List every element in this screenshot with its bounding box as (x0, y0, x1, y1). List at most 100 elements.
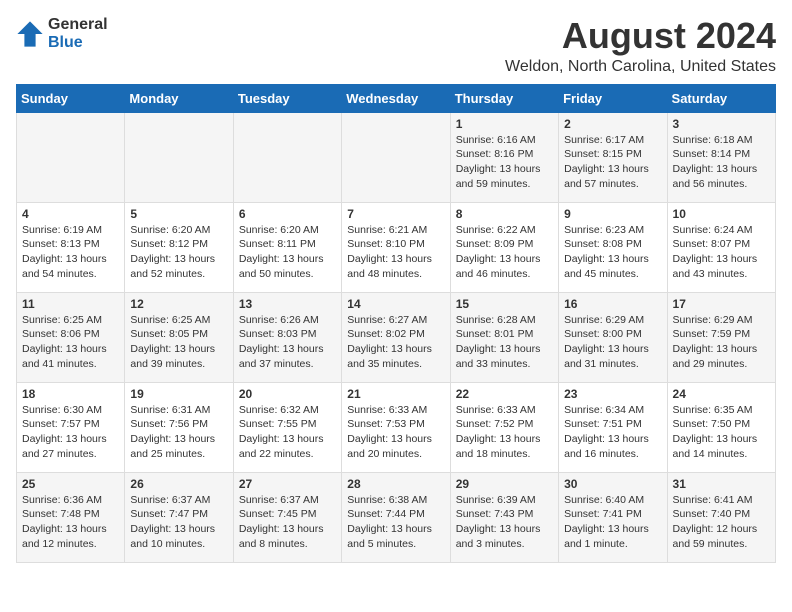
daylight-text: Daylight: 12 hours and 59 minutes. (673, 522, 770, 551)
calendar-table: SundayMondayTuesdayWednesdayThursdayFrid… (16, 84, 776, 563)
logo: General Blue (16, 16, 108, 51)
calendar-cell: 27Sunrise: 6:37 AMSunset: 7:45 PMDayligh… (233, 472, 341, 562)
sunrise-text: Sunrise: 6:33 AM (347, 403, 444, 418)
calendar-cell: 6Sunrise: 6:20 AMSunset: 8:11 PMDaylight… (233, 202, 341, 292)
sunrise-text: Sunrise: 6:23 AM (564, 223, 661, 238)
daylight-text: Daylight: 13 hours and 43 minutes. (673, 252, 770, 281)
daylight-text: Daylight: 13 hours and 27 minutes. (22, 432, 119, 461)
sunrise-text: Sunrise: 6:31 AM (130, 403, 227, 418)
daylight-text: Daylight: 13 hours and 8 minutes. (239, 522, 336, 551)
sunrise-text: Sunrise: 6:40 AM (564, 493, 661, 508)
daylight-text: Daylight: 13 hours and 5 minutes. (347, 522, 444, 551)
logo-blue: Blue (48, 34, 108, 52)
calendar-cell: 21Sunrise: 6:33 AMSunset: 7:53 PMDayligh… (342, 382, 450, 472)
day-number: 7 (347, 207, 444, 221)
sunset-text: Sunset: 7:52 PM (456, 417, 553, 432)
daylight-text: Daylight: 13 hours and 3 minutes. (456, 522, 553, 551)
sunrise-text: Sunrise: 6:41 AM (673, 493, 770, 508)
calendar-cell: 29Sunrise: 6:39 AMSunset: 7:43 PMDayligh… (450, 472, 558, 562)
daylight-text: Daylight: 13 hours and 31 minutes. (564, 342, 661, 371)
day-number: 10 (673, 207, 770, 221)
sunset-text: Sunset: 8:10 PM (347, 237, 444, 252)
sunset-text: Sunset: 8:00 PM (564, 327, 661, 342)
sunset-text: Sunset: 8:05 PM (130, 327, 227, 342)
sunrise-text: Sunrise: 6:29 AM (564, 313, 661, 328)
daylight-text: Daylight: 13 hours and 48 minutes. (347, 252, 444, 281)
sunset-text: Sunset: 8:09 PM (456, 237, 553, 252)
sunset-text: Sunset: 7:50 PM (673, 417, 770, 432)
sunrise-text: Sunrise: 6:20 AM (130, 223, 227, 238)
day-number: 25 (22, 477, 119, 491)
daylight-text: Daylight: 13 hours and 46 minutes. (456, 252, 553, 281)
calendar-cell: 14Sunrise: 6:27 AMSunset: 8:02 PMDayligh… (342, 292, 450, 382)
day-number: 11 (22, 297, 119, 311)
calendar-cell: 25Sunrise: 6:36 AMSunset: 7:48 PMDayligh… (17, 472, 125, 562)
day-number: 5 (130, 207, 227, 221)
day-number: 6 (239, 207, 336, 221)
calendar-cell: 2Sunrise: 6:17 AMSunset: 8:15 PMDaylight… (559, 112, 667, 202)
sunrise-text: Sunrise: 6:37 AM (239, 493, 336, 508)
sunrise-text: Sunrise: 6:26 AM (239, 313, 336, 328)
daylight-text: Daylight: 13 hours and 50 minutes. (239, 252, 336, 281)
sunset-text: Sunset: 7:45 PM (239, 507, 336, 522)
calendar-cell: 20Sunrise: 6:32 AMSunset: 7:55 PMDayligh… (233, 382, 341, 472)
day-number: 3 (673, 117, 770, 131)
daylight-text: Daylight: 13 hours and 56 minutes. (673, 162, 770, 191)
sunrise-text: Sunrise: 6:22 AM (456, 223, 553, 238)
calendar-cell (233, 112, 341, 202)
sunset-text: Sunset: 7:56 PM (130, 417, 227, 432)
sunset-text: Sunset: 8:13 PM (22, 237, 119, 252)
day-number: 1 (456, 117, 553, 131)
sunrise-text: Sunrise: 6:30 AM (22, 403, 119, 418)
sunrise-text: Sunrise: 6:37 AM (130, 493, 227, 508)
daylight-text: Daylight: 13 hours and 16 minutes. (564, 432, 661, 461)
sunrise-text: Sunrise: 6:19 AM (22, 223, 119, 238)
sunset-text: Sunset: 7:41 PM (564, 507, 661, 522)
sunset-text: Sunset: 8:16 PM (456, 147, 553, 162)
header-day-sunday: Sunday (17, 84, 125, 112)
sunset-text: Sunset: 7:40 PM (673, 507, 770, 522)
calendar-cell: 10Sunrise: 6:24 AMSunset: 8:07 PMDayligh… (667, 202, 775, 292)
sunset-text: Sunset: 8:06 PM (22, 327, 119, 342)
sunset-text: Sunset: 7:47 PM (130, 507, 227, 522)
calendar-cell: 11Sunrise: 6:25 AMSunset: 8:06 PMDayligh… (17, 292, 125, 382)
calendar-cell: 30Sunrise: 6:40 AMSunset: 7:41 PMDayligh… (559, 472, 667, 562)
calendar-cell: 16Sunrise: 6:29 AMSunset: 8:00 PMDayligh… (559, 292, 667, 382)
day-number: 4 (22, 207, 119, 221)
calendar-cell: 8Sunrise: 6:22 AMSunset: 8:09 PMDaylight… (450, 202, 558, 292)
daylight-text: Daylight: 13 hours and 39 minutes. (130, 342, 227, 371)
daylight-text: Daylight: 13 hours and 59 minutes. (456, 162, 553, 191)
sunset-text: Sunset: 8:15 PM (564, 147, 661, 162)
daylight-text: Daylight: 13 hours and 33 minutes. (456, 342, 553, 371)
daylight-text: Daylight: 13 hours and 57 minutes. (564, 162, 661, 191)
header-day-saturday: Saturday (667, 84, 775, 112)
sunrise-text: Sunrise: 6:24 AM (673, 223, 770, 238)
sunrise-text: Sunrise: 6:34 AM (564, 403, 661, 418)
month-title: August 2024 (505, 16, 776, 56)
sunrise-text: Sunrise: 6:25 AM (22, 313, 119, 328)
sunset-text: Sunset: 8:08 PM (564, 237, 661, 252)
day-number: 18 (22, 387, 119, 401)
daylight-text: Daylight: 13 hours and 12 minutes. (22, 522, 119, 551)
header-day-tuesday: Tuesday (233, 84, 341, 112)
daylight-text: Daylight: 13 hours and 18 minutes. (456, 432, 553, 461)
sunset-text: Sunset: 7:51 PM (564, 417, 661, 432)
sunrise-text: Sunrise: 6:27 AM (347, 313, 444, 328)
sunset-text: Sunset: 8:12 PM (130, 237, 227, 252)
day-number: 19 (130, 387, 227, 401)
daylight-text: Daylight: 13 hours and 37 minutes. (239, 342, 336, 371)
calendar-week-row: 25Sunrise: 6:36 AMSunset: 7:48 PMDayligh… (17, 472, 776, 562)
calendar-cell: 5Sunrise: 6:20 AMSunset: 8:12 PMDaylight… (125, 202, 233, 292)
day-number: 31 (673, 477, 770, 491)
calendar-header-row: SundayMondayTuesdayWednesdayThursdayFrid… (17, 84, 776, 112)
calendar-cell: 12Sunrise: 6:25 AMSunset: 8:05 PMDayligh… (125, 292, 233, 382)
day-number: 17 (673, 297, 770, 311)
daylight-text: Daylight: 13 hours and 29 minutes. (673, 342, 770, 371)
calendar-cell: 4 Sunrise: 6:19 AMSunset: 8:13 PMDaylight… (17, 202, 125, 292)
location-title: Weldon, North Carolina, United States (505, 58, 776, 76)
day-number: 22 (456, 387, 553, 401)
day-number: 20 (239, 387, 336, 401)
calendar-cell: 24Sunrise: 6:35 AMSunset: 7:50 PMDayligh… (667, 382, 775, 472)
logo-icon (16, 20, 44, 48)
daylight-text: Daylight: 13 hours and 54 minutes. (22, 252, 119, 281)
